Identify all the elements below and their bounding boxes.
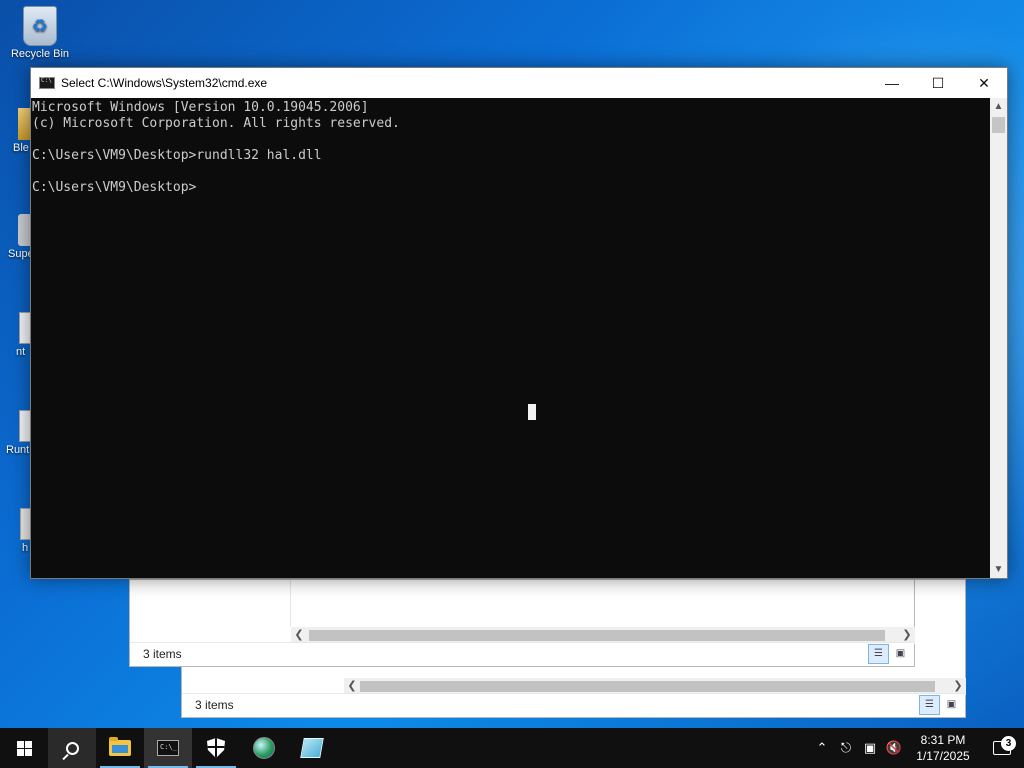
cmd-titlebar[interactable]: Select C:\Windows\System32\cmd.exe — ☐ ✕ (31, 68, 1007, 98)
file-explorer-icon (109, 737, 131, 756)
action-center-button[interactable]: 3 (980, 736, 1024, 755)
taskbar-app[interactable] (288, 728, 336, 768)
show-hidden-icons-chevron-icon[interactable]: ⌃ (810, 740, 834, 756)
item-count: 3 items (143, 647, 182, 661)
close-button[interactable]: ✕ (961, 68, 1007, 98)
text-cursor (528, 404, 536, 420)
meet-now-icon[interactable]: ⎋ (834, 740, 858, 756)
taskbar-command-prompt[interactable]: C:\_ (144, 728, 192, 768)
scrollbar-thumb[interactable] (360, 681, 935, 692)
cmd-app-icon[interactable] (39, 77, 55, 89)
search-icon (65, 741, 79, 755)
vertical-scrollbar[interactable]: ▲ ▼ (990, 98, 1007, 578)
search-button[interactable] (48, 728, 96, 768)
taskbar-windows-security[interactable] (192, 728, 240, 768)
notification-count: 3 (1001, 736, 1016, 751)
windows-security-icon (207, 738, 225, 758)
minimize-button[interactable]: — (869, 68, 915, 98)
scroll-down-icon[interactable]: ▼ (990, 561, 1007, 578)
cmd-window[interactable]: Select C:\Windows\System32\cmd.exe — ☐ ✕… (30, 67, 1008, 579)
pane-divider (290, 580, 291, 627)
taskbar-browser[interactable] (240, 728, 288, 768)
explorer-window-front[interactable]: ❮ ❯ 3 items ☰ ▣ (129, 579, 915, 667)
large-icons-view-icon[interactable]: ▣ (941, 695, 962, 715)
taskbar: C:\_ ⌃ ⎋ ▣ 🔇 8:31 PM 1/17/2025 3 (0, 728, 1024, 768)
scrollbar-thumb[interactable] (309, 630, 885, 641)
details-view-icon[interactable]: ☰ (868, 644, 889, 664)
console-output[interactable]: Microsoft Windows [Version 10.0.19045.20… (31, 98, 990, 578)
volume-muted-icon[interactable]: 🔇 (882, 740, 906, 756)
maximize-button[interactable]: ☐ (915, 68, 961, 98)
recycle-bin-shortcut[interactable]: Recycle Bin (2, 6, 78, 60)
clock-time: 8:31 PM (920, 733, 966, 747)
windows-start-icon (16, 740, 32, 756)
scroll-up-icon[interactable]: ▲ (990, 98, 1007, 115)
status-bar: 3 items (130, 642, 914, 666)
recycle-bin-icon (23, 6, 57, 46)
system-tray: ⌃ ⎋ ▣ 🔇 8:31 PM 1/17/2025 3 (810, 728, 1024, 768)
command-prompt-icon: C:\_ (157, 740, 179, 756)
network-icon[interactable]: ▣ (858, 740, 882, 756)
recycle-bin-label: Recycle Bin (10, 48, 70, 60)
large-icons-view-icon[interactable]: ▣ (890, 644, 911, 664)
start-button[interactable] (0, 728, 48, 768)
status-bar: 3 items (182, 693, 965, 717)
details-view-icon[interactable]: ☰ (919, 695, 940, 715)
window-title: Select C:\Windows\System32\cmd.exe (61, 76, 268, 90)
app-icon (300, 738, 324, 758)
clock[interactable]: 8:31 PM 1/17/2025 (906, 732, 980, 764)
item-count: 3 items (195, 698, 234, 712)
browser-globe-icon (253, 737, 275, 759)
scrollbar-thumb[interactable] (992, 117, 1005, 133)
clock-date: 1/17/2025 (916, 749, 970, 763)
taskbar-file-explorer[interactable] (96, 728, 144, 768)
